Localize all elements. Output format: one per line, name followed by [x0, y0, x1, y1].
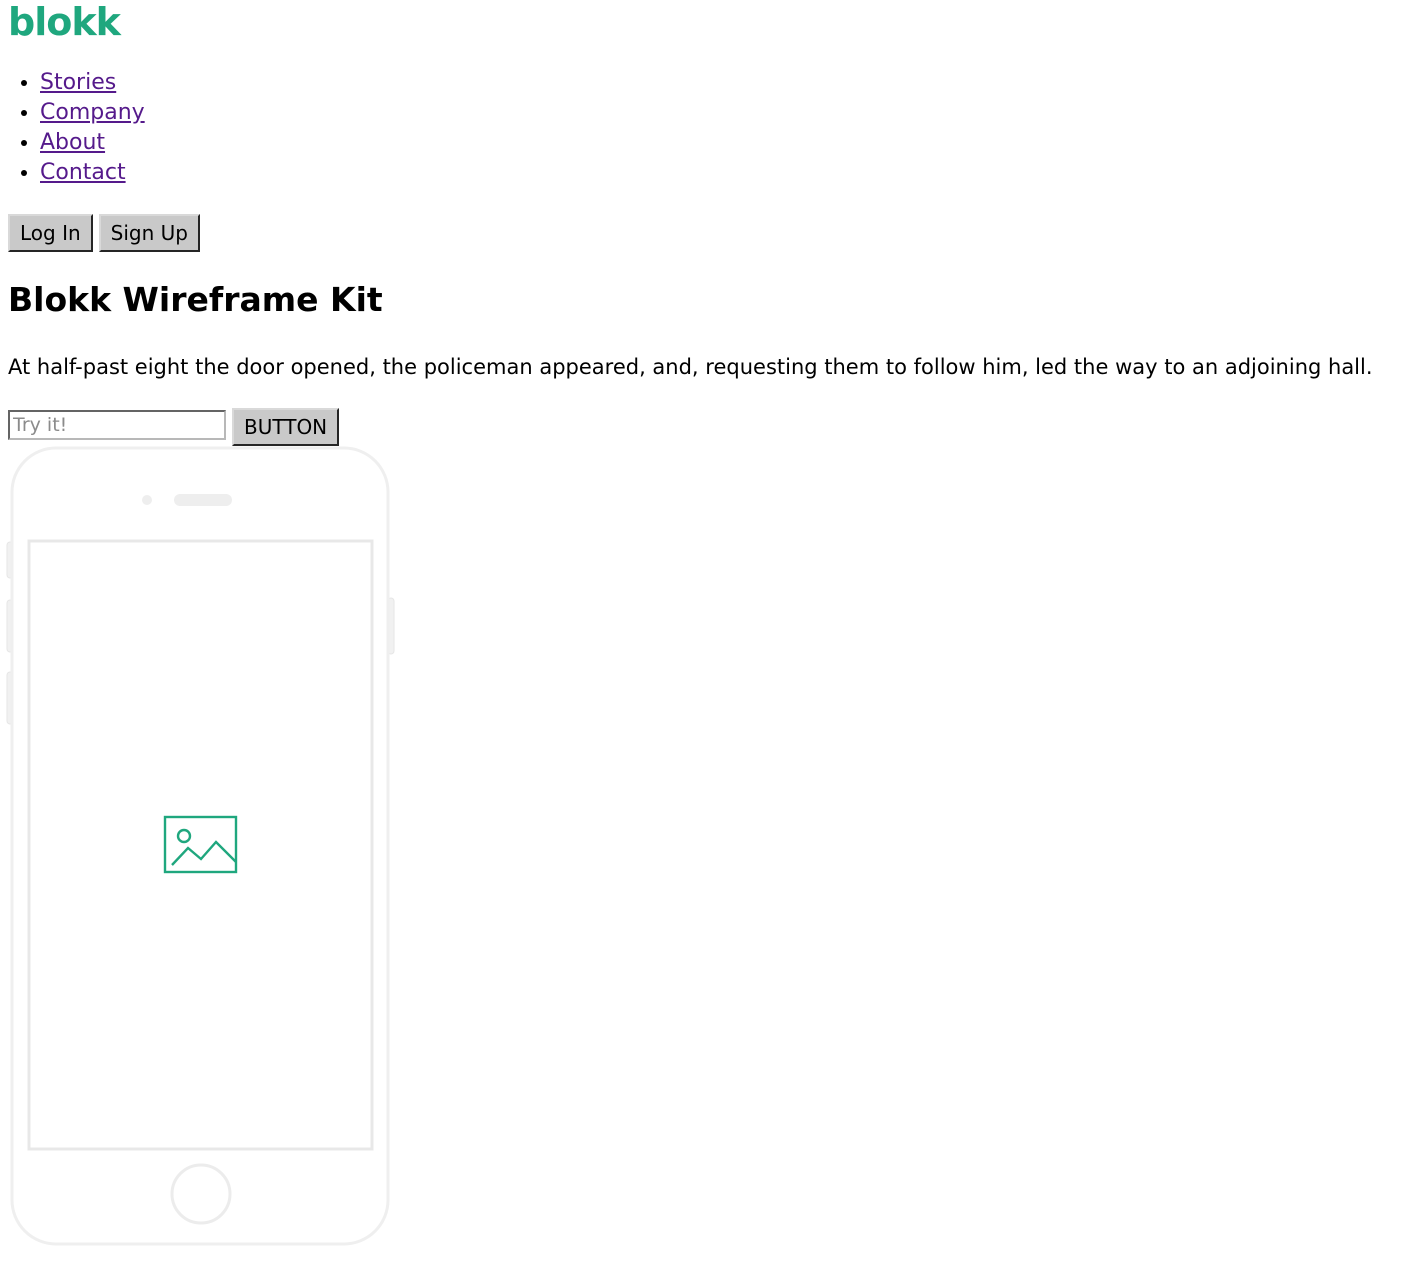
speaker-grille: [174, 494, 232, 506]
nav-item-about: About: [40, 128, 145, 158]
phone-screen: [27, 539, 374, 1151]
home-button: [170, 1163, 232, 1225]
front-camera: [142, 495, 152, 505]
nav-item-company: Company: [40, 98, 145, 128]
phone-outline-svg: [6, 446, 395, 1246]
nav-link-about[interactable]: About: [40, 130, 105, 155]
nav-link-stories[interactable]: Stories: [40, 70, 116, 95]
page-title: Blokk Wireframe Kit: [8, 280, 383, 319]
brand-logo[interactable]: blokk: [8, 0, 121, 44]
nav-link-contact[interactable]: Contact: [40, 160, 126, 185]
nav-item-contact: Contact: [40, 158, 145, 188]
try-input[interactable]: [8, 410, 226, 440]
cta-button[interactable]: BUTTON: [232, 408, 340, 446]
login-button[interactable]: Log In: [8, 214, 93, 252]
signup-button[interactable]: Sign Up: [98, 214, 200, 252]
phone-mockup: [6, 446, 398, 1268]
hero-description: At half-past eight the door opened, the …: [8, 355, 1373, 379]
main-nav: Stories Company About Contact: [0, 68, 145, 188]
auth-buttons: Log In Sign Up: [8, 214, 200, 252]
nav-link-company[interactable]: Company: [40, 100, 145, 125]
nav-item-stories: Stories: [40, 68, 145, 98]
cta-row: BUTTON: [8, 408, 340, 446]
